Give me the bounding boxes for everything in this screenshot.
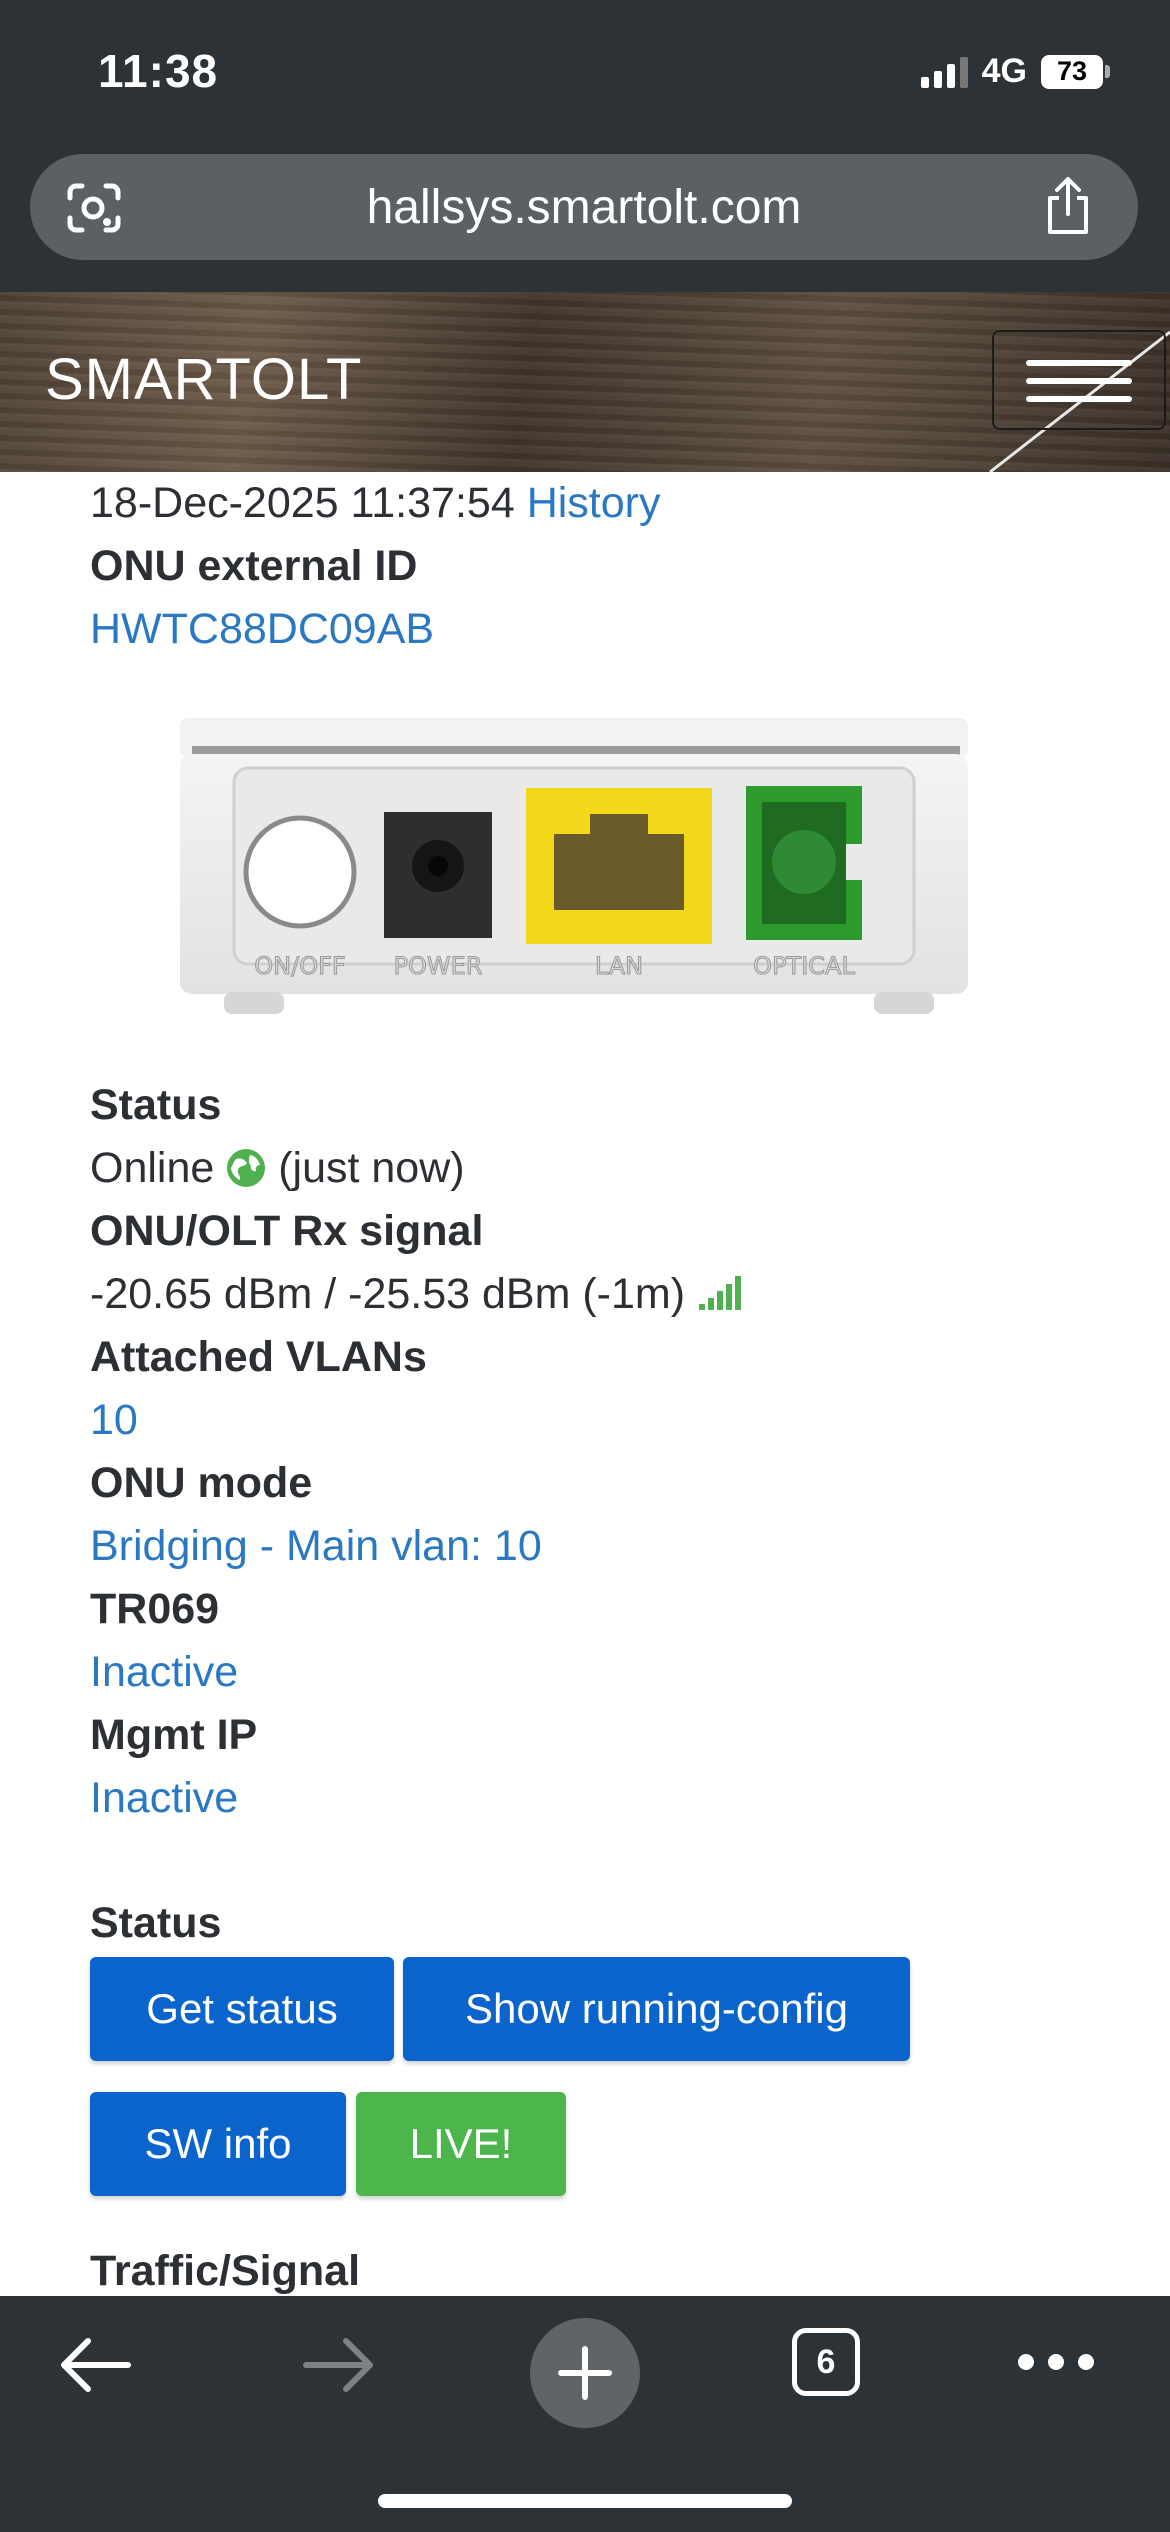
status-label: Status [90, 1081, 222, 1129]
onu-device-image: ON/OFF POWER LAN OPTICAL [180, 718, 968, 1014]
back-arrow-icon[interactable] [58, 2334, 132, 2396]
status-row: Online (just now) [90, 1137, 1090, 1200]
signal-row: -20.65 dBm / -25.53 dBm (-1m) [90, 1263, 1090, 1326]
status-indicators: 4G 73 [920, 52, 1110, 91]
onu-details: 18-Dec-2025 11:37:54 History ONU externa… [90, 472, 1090, 661]
actions-section: Status [90, 1892, 1090, 1955]
menu-toggle-button[interactable] [992, 330, 1166, 430]
share-icon[interactable] [1042, 176, 1094, 238]
mode-label: ONU mode [90, 1459, 313, 1507]
onu-status-list: Status Online (just now) ONU/OLT Rx sign… [90, 1074, 1090, 1830]
plus-icon [558, 2346, 612, 2400]
live-button[interactable]: LIVE! [356, 2092, 566, 2196]
port-label-power: POWER [394, 952, 483, 980]
tr069-label: TR069 [90, 1585, 220, 1633]
status-time: 11:38 [98, 45, 219, 97]
home-indicator [378, 2494, 792, 2508]
last-updated-timestamp: 18-Dec-2025 11:37:54 [90, 479, 515, 527]
vlans-value[interactable]: 10 [90, 1389, 1090, 1452]
traffic-section-label: Traffic/Signal [90, 2247, 361, 2295]
tr069-value[interactable]: Inactive [90, 1641, 1090, 1704]
battery-level: 73 [1056, 56, 1088, 86]
external-id-value[interactable]: HWTC88DC09AB [90, 598, 1090, 661]
vlans-label: Attached VLANs [90, 1333, 427, 1381]
mode-value[interactable]: Bridging - Main vlan: 10 [90, 1515, 1090, 1578]
new-tab-button[interactable] [530, 2318, 640, 2428]
brand-logo[interactable]: SMARTOLT [45, 346, 362, 413]
show-running-config-button[interactable]: Show running-config [403, 1957, 910, 2061]
history-link[interactable]: History [527, 479, 661, 527]
port-label-optical: OPTICAL [753, 952, 855, 980]
forward-arrow-icon[interactable] [302, 2334, 376, 2396]
status-time-ago: (just now) [278, 1144, 465, 1192]
url-text: hallsys.smartolt.com [366, 181, 802, 234]
external-id-label: ONU external ID [90, 542, 418, 590]
port-label-lan: LAN [595, 952, 643, 980]
browser-chrome: 11:38 4G 73 hallsys.smartolt.com [0, 0, 1170, 292]
sw-info-button[interactable]: SW info [90, 2092, 346, 2196]
tabs-button[interactable]: 6 [792, 2328, 860, 2396]
globe-icon [227, 1149, 266, 1187]
cellular-signal-icon [920, 56, 968, 88]
network-type: 4G [981, 52, 1027, 90]
status-value: Online [90, 1144, 215, 1192]
get-status-button[interactable]: Get status [90, 1957, 394, 2061]
last-updated-row: 18-Dec-2025 11:37:54 History [90, 472, 1090, 535]
port-label-onoff: ON/OFF [254, 952, 345, 980]
more-menu-icon[interactable] [1018, 2354, 1094, 2370]
mgmt-ip-label: Mgmt IP [90, 1711, 258, 1759]
battery-icon: 73 [1041, 54, 1110, 89]
address-bar[interactable]: hallsys.smartolt.com [30, 154, 1138, 260]
traffic-section: Traffic/Signal [90, 2240, 1090, 2303]
site-navbar: SMARTOLT [0, 292, 1170, 472]
signal-value: -20.65 dBm / -25.53 dBm (-1m) [90, 1270, 686, 1318]
signal-strength-icon [699, 1276, 742, 1310]
signal-label: ONU/OLT Rx signal [90, 1207, 484, 1255]
mgmt-ip-value[interactable]: Inactive [90, 1767, 1090, 1830]
actions-section-label: Status [90, 1899, 222, 1947]
